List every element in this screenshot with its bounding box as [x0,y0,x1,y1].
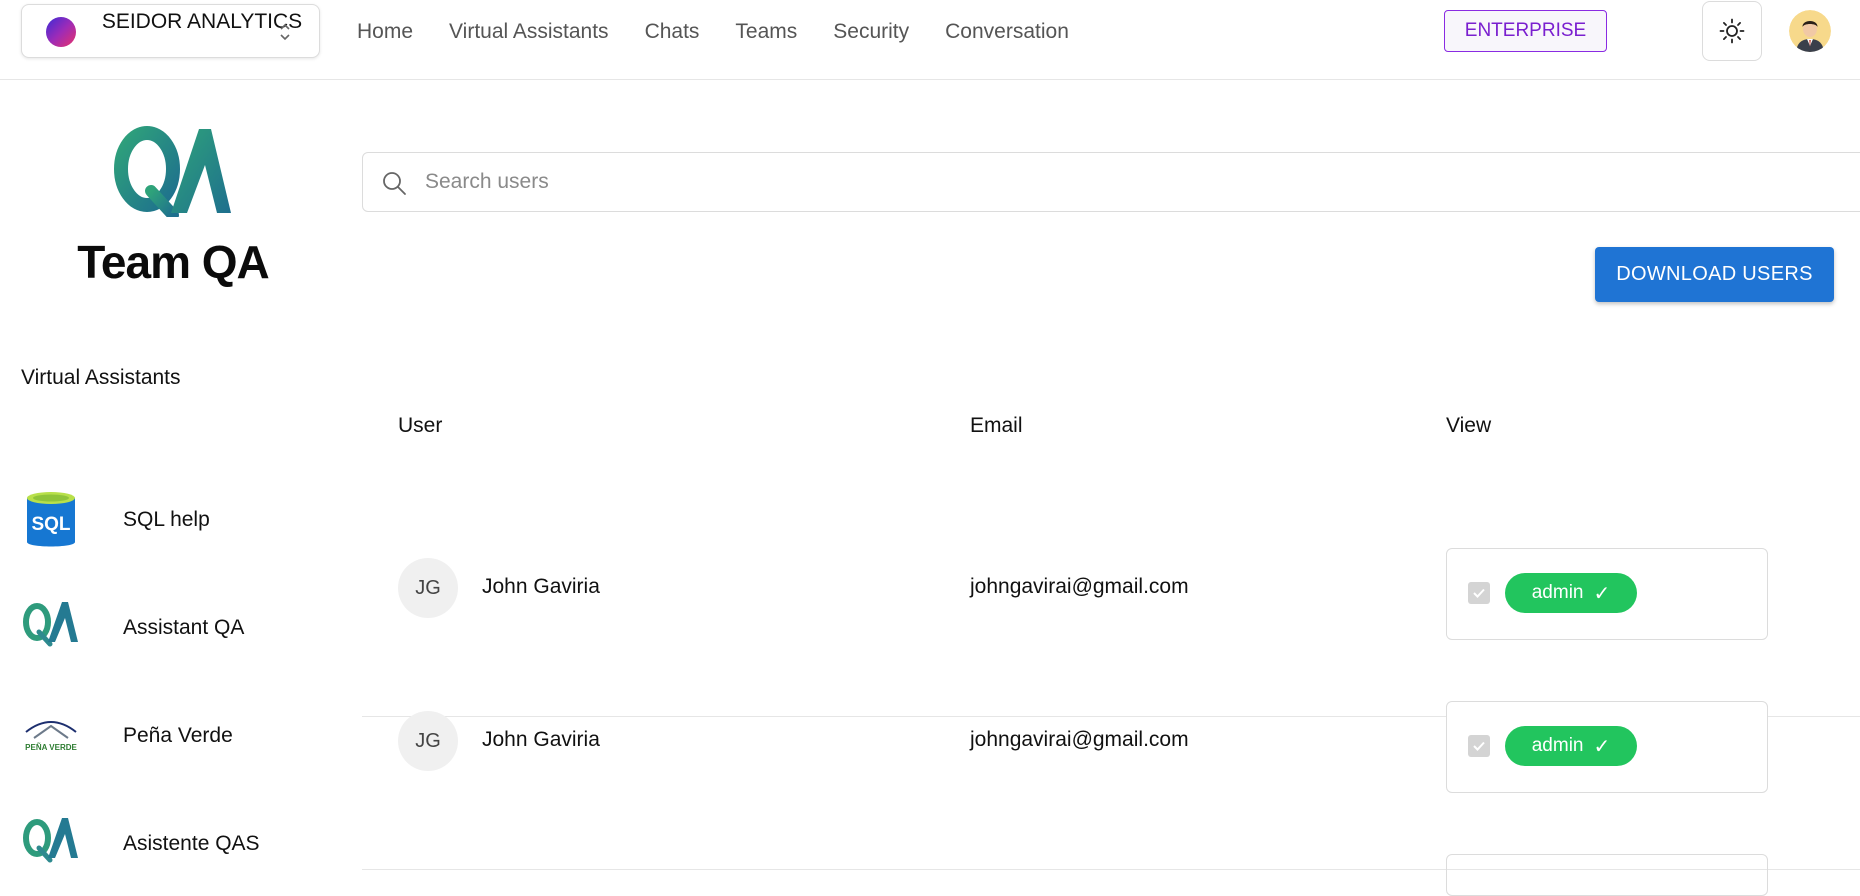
avatar-icon [1789,10,1831,52]
sidebar-item-label: Assistant QA [123,616,245,639]
role-label: admin [1531,735,1584,756]
main-nav: Home Virtual Assistants Chats Teams Secu… [357,0,1105,64]
org-avatar [46,17,76,47]
org-selector[interactable]: SEIDOR ANALYTICS [21,4,320,58]
view-checkbox[interactable] [1468,582,1490,604]
search-icon [383,172,406,195]
sidebar-item-label: Asistente QAS [123,832,260,855]
top-navbar: SEIDOR ANALYTICS Home Virtual Assistants… [0,0,1860,80]
nav-teams[interactable]: Teams [735,20,797,44]
sun-icon [1719,18,1745,44]
sidebar-item-label: Peña Verde [123,724,233,747]
download-users-button[interactable]: DOWNLOAD USERS [1595,247,1834,302]
column-header-email: Email [970,414,1023,437]
sidebar-item-assistant-qa[interactable]: Assistant QA [20,598,320,678]
user-initials-avatar: JG [398,558,458,618]
sidebar-item-asistente-qas[interactable]: Asistente QAS [20,814,320,894]
qa-logo-icon [23,602,78,647]
view-checkbox[interactable] [1468,735,1490,757]
user-name: John Gaviria [482,728,600,751]
qa-logo-icon [23,818,78,863]
view-permissions-box [1446,854,1768,896]
user-name: John Gaviria [482,575,600,598]
sidebar-item-pena-verde[interactable]: PEÑA VERDE Peña Verde [20,706,320,786]
user-email: johngavirai@gmail.com [970,728,1189,751]
sidebar-item-sql-help[interactable]: SQL SQL help [20,490,320,570]
checkmark-icon [1473,588,1485,598]
virtual-assistants-heading: Virtual Assistants [21,366,181,389]
nav-virtual-assistants[interactable]: Virtual Assistants [449,20,609,44]
enterprise-button[interactable]: ENTERPRISE [1444,10,1607,52]
team-qa-logo [114,126,231,217]
checkmark-icon [1473,741,1485,751]
check-icon: ✓ [1593,735,1611,758]
org-name: SEIDOR ANALYTICS [101,10,303,33]
pena-verde-logo-icon: PEÑA VERDE [25,721,78,752]
table-row: JG John Gaviria johngavirai@gmail.com ad… [362,548,1860,717]
role-badge[interactable]: admin ✓ [1505,726,1637,766]
nav-security[interactable]: Security [833,20,909,44]
nav-conversation[interactable]: Conversation [945,20,1069,44]
nav-home[interactable]: Home [357,20,413,44]
theme-toggle-button[interactable] [1702,1,1762,61]
role-label: admin [1531,582,1584,603]
check-icon: ✓ [1593,582,1611,605]
team-title: Team QA [77,236,270,288]
table-row: JG John Gaviria johngavirai@gmail.com ad… [362,701,1860,870]
svg-text:PEÑA VERDE: PEÑA VERDE [25,743,77,752]
view-permissions-box: admin ✓ [1446,548,1768,640]
user-email: johngavirai@gmail.com [970,575,1189,598]
table-row [362,854,1860,896]
nav-chats[interactable]: Chats [645,20,700,44]
user-avatar[interactable] [1789,10,1831,52]
chevron-up-down-icon [280,23,290,41]
column-header-user: User [398,414,443,437]
view-permissions-box: admin ✓ [1446,701,1768,793]
search-bar [362,152,1860,212]
search-input[interactable] [423,163,1827,201]
column-header-view: View [1446,414,1492,437]
user-initials-avatar: JG [398,711,458,771]
sidebar-item-label: SQL help [123,508,210,531]
svg-text:SQL: SQL [31,514,70,535]
role-badge[interactable]: admin ✓ [1505,573,1637,613]
sql-database-icon: SQL [27,492,75,547]
